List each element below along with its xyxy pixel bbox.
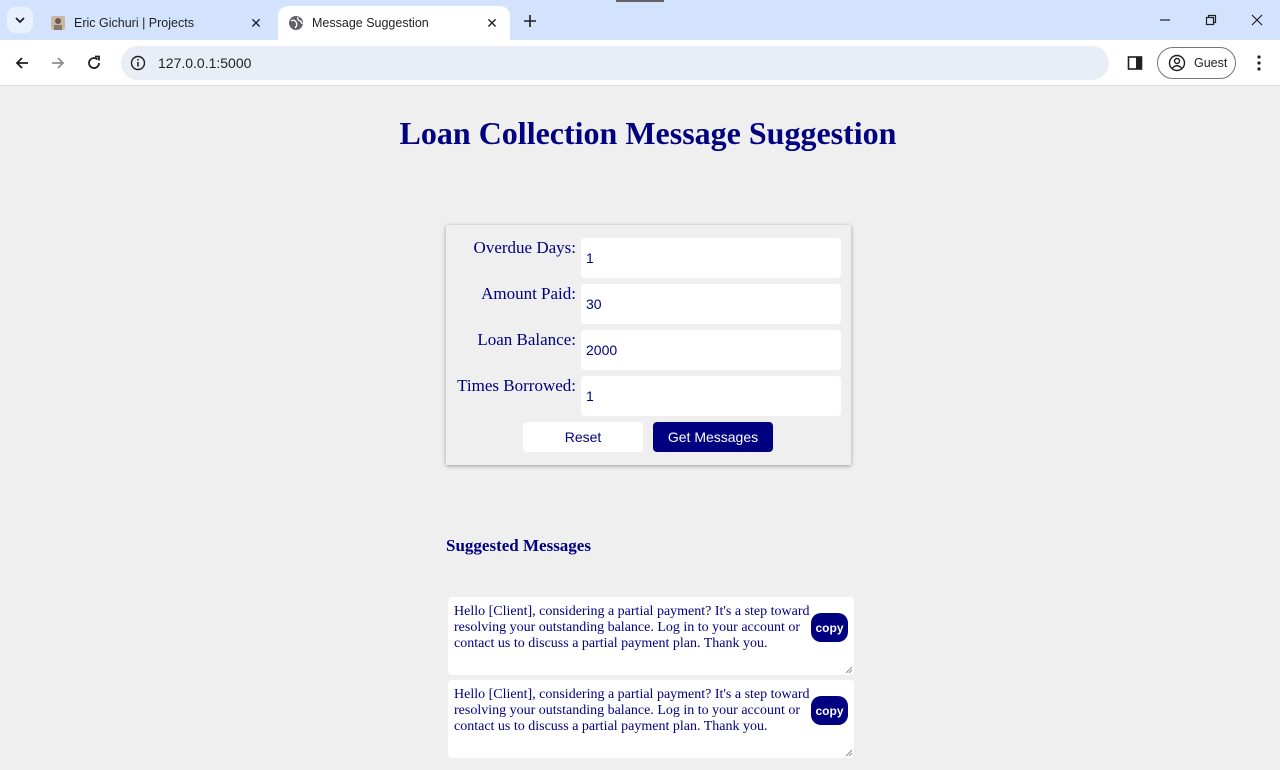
loan-balance-input[interactable] bbox=[581, 330, 841, 370]
person-icon bbox=[1168, 54, 1186, 72]
tab-strip-indicator bbox=[616, 0, 664, 2]
chevron-down-icon bbox=[15, 17, 25, 24]
message-textarea[interactable]: Hello [Client], considering a partial pa… bbox=[448, 597, 854, 675]
reset-button[interactable]: Reset bbox=[523, 422, 643, 452]
close-tab-icon[interactable]: ✕ bbox=[482, 13, 502, 33]
page-title: Loan Collection Message Suggestion bbox=[399, 115, 897, 151]
form-row-overdue-days: Overdue Days: bbox=[446, 238, 851, 278]
tab-message-suggestion[interactable]: Message Suggestion ✕ bbox=[278, 6, 510, 40]
tab-projects[interactable]: Eric Gichuri | Projects ✕ bbox=[40, 6, 274, 40]
tab-list-button[interactable] bbox=[7, 7, 33, 33]
overdue-days-input[interactable] bbox=[581, 238, 841, 278]
globe-icon bbox=[288, 15, 304, 31]
loan-balance-label: Loan Balance: bbox=[477, 330, 576, 349]
tab-title: Eric Gichuri | Projects bbox=[74, 16, 194, 30]
reload-icon bbox=[88, 55, 100, 69]
times-borrowed-input[interactable] bbox=[581, 376, 841, 416]
browser-tab-bar: Eric Gichuri | Projects ✕ Message Sugges… bbox=[0, 0, 1280, 40]
back-button[interactable] bbox=[8, 49, 36, 77]
url-text: 127.0.0.1:5000 bbox=[158, 55, 252, 71]
side-panel-button[interactable] bbox=[1123, 51, 1147, 75]
copy-button[interactable]: copy bbox=[811, 696, 848, 725]
get-messages-button[interactable]: Get Messages bbox=[653, 422, 773, 452]
copy-button[interactable]: copy bbox=[811, 613, 848, 642]
new-tab-button[interactable] bbox=[518, 9, 542, 33]
resize-grip-icon[interactable] bbox=[844, 748, 853, 757]
minimize-icon bbox=[1160, 19, 1170, 21]
reload-button[interactable] bbox=[80, 49, 108, 77]
minimize-button[interactable] bbox=[1153, 8, 1177, 32]
page-content: Loan Collection Message Suggestion Overd… bbox=[0, 87, 1280, 770]
browser-menu-button[interactable] bbox=[1247, 51, 1271, 75]
close-icon bbox=[1251, 14, 1263, 26]
address-bar[interactable]: 127.0.0.1:5000 bbox=[121, 46, 1109, 80]
restore-icon bbox=[1205, 14, 1217, 26]
browser-toolbar: 127.0.0.1:5000 Guest bbox=[0, 40, 1280, 86]
form-row-times-borrowed: Times Borrowed: bbox=[446, 376, 851, 416]
restore-button[interactable] bbox=[1199, 8, 1223, 32]
back-arrow-icon bbox=[15, 57, 28, 69]
times-borrowed-label: Times Borrowed: bbox=[457, 376, 576, 395]
plus-icon bbox=[524, 15, 536, 27]
close-window-button[interactable] bbox=[1245, 8, 1269, 32]
close-tab-icon[interactable]: ✕ bbox=[246, 13, 266, 33]
profile-photo-favicon-icon bbox=[50, 15, 66, 31]
forward-arrow-icon bbox=[52, 57, 65, 69]
suggested-messages-heading: Suggested Messages bbox=[446, 536, 591, 555]
loan-form: Overdue Days: Amount Paid: Loan Balance:… bbox=[446, 225, 851, 465]
message-text: Hello [Client], considering a partial pa… bbox=[454, 604, 810, 651]
kebab-menu-icon bbox=[1257, 55, 1261, 71]
profile-button[interactable]: Guest bbox=[1157, 47, 1236, 79]
overdue-days-label: Overdue Days: bbox=[473, 238, 576, 257]
amount-paid-label: Amount Paid: bbox=[481, 284, 576, 303]
forward-button[interactable] bbox=[44, 49, 72, 77]
side-panel-icon bbox=[1127, 56, 1143, 70]
message-textarea[interactable]: Hello [Client], considering a partial pa… bbox=[448, 680, 854, 758]
resize-grip-icon[interactable] bbox=[844, 665, 853, 674]
form-row-amount-paid: Amount Paid: bbox=[446, 284, 851, 324]
message-text: Hello [Client], considering a partial pa… bbox=[454, 687, 810, 734]
form-row-loan-balance: Loan Balance: bbox=[446, 330, 851, 370]
tab-title: Message Suggestion bbox=[312, 16, 429, 30]
amount-paid-input[interactable] bbox=[581, 284, 841, 324]
profile-label: Guest bbox=[1194, 56, 1228, 70]
info-icon[interactable] bbox=[129, 54, 147, 72]
